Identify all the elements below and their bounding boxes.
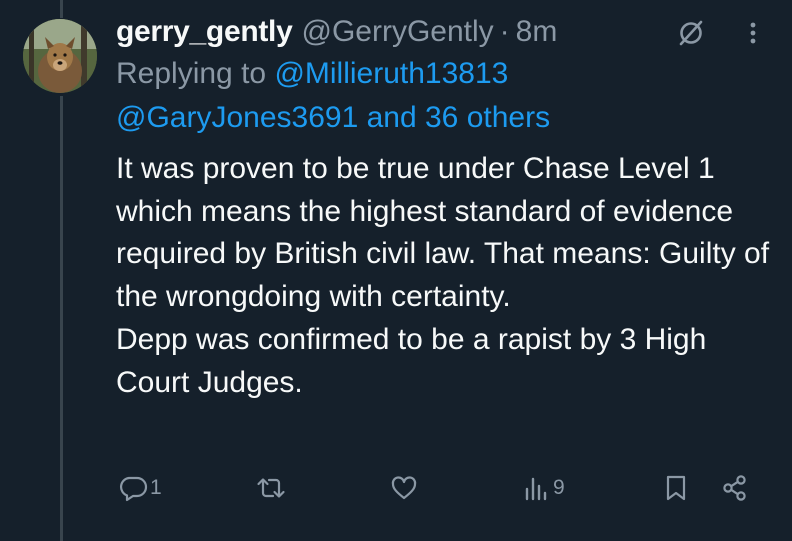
bookmark-icon: [662, 473, 690, 503]
reply-button[interactable]: 1: [118, 468, 162, 508]
reply-icon: [118, 473, 148, 503]
replying-prefix: Replying to: [116, 57, 275, 90]
like-button[interactable]: [389, 468, 421, 508]
views-count: 9: [553, 476, 565, 499]
retweet-icon: [255, 473, 287, 503]
share-icon: [720, 473, 750, 503]
others-link[interactable]: 36 others: [425, 101, 550, 134]
action-bar: 1 9: [0, 468, 792, 508]
avatar[interactable]: [23, 19, 97, 93]
replying-to: Replying to @Millieruth13813: [116, 54, 756, 94]
replying-to-continued: @GaryJones3691 and 36 others: [116, 98, 550, 138]
share-button[interactable]: [720, 468, 750, 508]
mention-link[interactable]: @GaryJones3691: [116, 101, 358, 134]
tweet-paragraph: Depp was confirmed to be a rapist by 3 H…: [116, 322, 707, 399]
bookmark-button[interactable]: [662, 468, 690, 508]
views-icon: [521, 473, 551, 503]
tweet-text: It was proven to be true under Chase Lev…: [116, 148, 776, 404]
more-icon[interactable]: [744, 18, 762, 53]
separator-dot: ·: [499, 15, 510, 48]
views-button[interactable]: 9: [521, 468, 565, 508]
retweet-button[interactable]: [255, 468, 289, 508]
mention-link[interactable]: @Millieruth13813: [274, 57, 508, 90]
tweet-paragraph: It was proven to be true under Chase Lev…: [116, 152, 770, 314]
and-text: and: [358, 101, 425, 134]
display-name[interactable]: gerry_gently: [116, 15, 293, 49]
tweet-header: gerry_gently @GerryGently · 8m: [116, 12, 557, 52]
like-icon: [389, 473, 419, 503]
reply-count: 1: [150, 476, 162, 499]
grok-icon[interactable]: [676, 18, 706, 53]
user-handle[interactable]: @GerryGently: [301, 15, 493, 49]
thread-line-top: [60, 0, 63, 18]
timestamp[interactable]: 8m: [516, 15, 558, 49]
